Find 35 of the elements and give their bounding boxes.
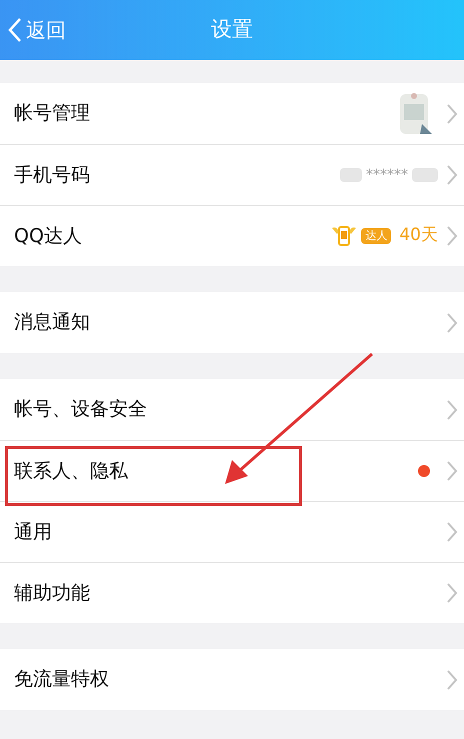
back-icon	[8, 17, 22, 43]
chevron-icon	[446, 225, 458, 247]
settings-row[interactable]: 帐号管理	[0, 83, 464, 144]
settings-row[interactable]: 通用	[0, 501, 464, 562]
settings-row[interactable]: 联系人、隐私	[0, 440, 464, 501]
chevron-icon	[446, 521, 458, 543]
page-title: 设置	[211, 16, 253, 44]
days-count: 40天	[399, 224, 438, 248]
chevron-icon	[446, 460, 458, 482]
blurred-patch	[340, 168, 362, 182]
chevron-icon	[446, 582, 458, 604]
row-label: 帐号管理	[14, 101, 91, 126]
blurred-patch	[412, 168, 438, 182]
settings-row[interactable]: 帐号、设备安全	[0, 379, 464, 440]
row-label: 通用	[14, 520, 53, 545]
chevron-icon	[446, 668, 458, 690]
chevron-icon	[446, 102, 458, 124]
chevron-icon	[446, 164, 458, 186]
row-label: 免流量特权	[14, 667, 110, 692]
chevron-icon	[446, 312, 458, 334]
settings-row[interactable]: 手机号码 ******	[0, 144, 464, 205]
row-label: 帐号、设备安全	[14, 397, 148, 422]
row-label: 辅助功能	[14, 580, 91, 606]
phone-number: ******	[366, 166, 408, 184]
expert-badge: 达人	[361, 228, 392, 244]
row-label: 联系人、隐私	[14, 458, 129, 484]
row-label: 消息通知	[14, 310, 91, 336]
settings-row[interactable]: QQ达人 达人 40天	[0, 205, 464, 266]
settings-row[interactable]: 辅助功能	[0, 562, 464, 623]
row-label: QQ达人	[14, 224, 83, 249]
winged-phone-icon	[331, 224, 358, 248]
chevron-icon	[446, 398, 458, 420]
row-label: 手机号码	[14, 162, 91, 188]
settings-row[interactable]: 消息通知	[0, 292, 464, 353]
settings-row[interactable]: 免流量特权	[0, 649, 464, 710]
